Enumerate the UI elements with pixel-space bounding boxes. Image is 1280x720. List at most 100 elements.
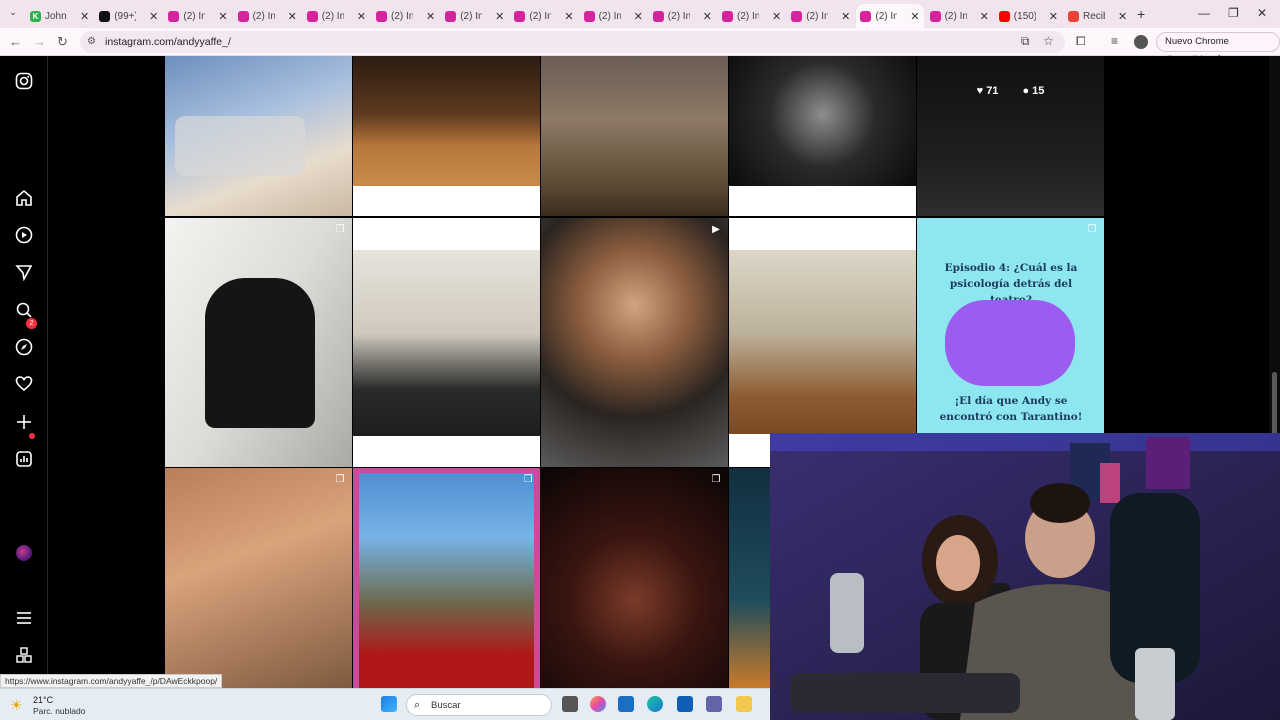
post-thumbnail[interactable]: ❐	[165, 218, 352, 467]
tab-close-icon[interactable]: ✕	[495, 10, 504, 23]
post-thumbnail[interactable]	[165, 56, 352, 216]
reels-icon[interactable]	[14, 226, 34, 246]
update-chrome-button[interactable]: Nuevo Chrome disponible ⋮	[1156, 32, 1280, 65]
browser-tab[interactable]: (2) Ins ✕	[580, 4, 647, 28]
tab-close-icon[interactable]: ✕	[288, 10, 297, 23]
tab-close-icon[interactable]: ✕	[80, 10, 89, 23]
browser-tab[interactable]: (2) Ins ✕	[164, 4, 231, 28]
task-view-icon[interactable]	[562, 696, 578, 712]
post-thumbnail[interactable]: ❐	[541, 468, 728, 688]
close-window-icon[interactable]: ✕	[1257, 6, 1267, 20]
extensions-icon[interactable]: ⧠	[1076, 34, 1086, 49]
weather-temperature[interactable]: 21°C	[33, 695, 53, 705]
tab-label: (2) Ins	[667, 10, 690, 22]
post-thumbnail[interactable]	[353, 56, 540, 216]
tab-close-icon[interactable]: ✕	[703, 10, 712, 23]
copilot-icon[interactable]	[590, 696, 606, 712]
back-icon[interactable]: ←	[9, 34, 22, 49]
tab-close-icon[interactable]: ✕	[149, 10, 158, 23]
browser-tab[interactable]: (2) Ins ✕	[303, 4, 370, 28]
browser-tab[interactable]: (2) Ins ✕	[926, 4, 993, 28]
file-explorer-icon[interactable]	[736, 696, 752, 712]
mail-app-icon[interactable]	[618, 696, 634, 712]
tab-close-icon[interactable]: ✕	[1118, 10, 1127, 23]
browser-tab[interactable]: K Johnn ✕	[26, 4, 93, 28]
url-text[interactable]: instagram.com/andyyaffe_/	[105, 36, 231, 48]
more-menu-icon[interactable]	[14, 609, 34, 629]
tab-close-icon[interactable]: ✕	[841, 10, 850, 23]
windows-taskbar: ☀ 21°C Parc. nublado ⌕ Buscar	[0, 688, 770, 720]
tab-label: (2) Ins	[252, 10, 275, 22]
media-controls-icon[interactable]: ≡	[1111, 34, 1118, 48]
site-info-icon[interactable]: ⚙	[87, 36, 96, 47]
tab-label: (2) Ins	[806, 10, 829, 22]
restore-icon[interactable]: ❐	[1228, 6, 1239, 20]
browser-tab[interactable]: (2) Ins ✕	[718, 4, 785, 28]
browser-tab[interactable]: (2) Ins ✕	[441, 4, 508, 28]
reload-icon[interactable]: ↻	[57, 34, 68, 50]
tab-close-icon[interactable]: ✕	[218, 10, 227, 23]
address-bar[interactable]: ⚙ instagram.com/andyyaffe_/	[80, 31, 1065, 53]
weather-description[interactable]: Parc. nublado	[33, 706, 85, 716]
tab-close-icon[interactable]: ✕	[772, 10, 781, 23]
create-plus-icon[interactable]	[14, 413, 34, 433]
teams-icon[interactable]	[706, 696, 722, 712]
post-thumbnail-hovered[interactable]: ♥ 71 ● 15	[917, 56, 1104, 216]
taskbar-search[interactable]: ⌕ Buscar	[406, 694, 552, 716]
messages-icon[interactable]	[14, 263, 34, 283]
browser-tab[interactable]: (99+) ✕	[95, 4, 162, 28]
browser-tab[interactable]: (2) Ins ✕	[856, 4, 924, 28]
tab-close-icon[interactable]: ✕	[910, 10, 919, 23]
tab-close-icon[interactable]: ✕	[980, 10, 989, 23]
browser-tab[interactable]: (2) Ins ✕	[649, 4, 716, 28]
weather-icon[interactable]: ☀	[10, 697, 23, 714]
tab-label: (2) Ins	[944, 10, 967, 22]
browser-toolbar: ← → ↻ ⚙ instagram.com/andyyaffe_/ ⧉ ☆ ⧠ …	[0, 28, 1280, 65]
post-thumbnail[interactable]	[729, 218, 916, 467]
explore-icon[interactable]	[14, 338, 34, 358]
comments-stat: ● 15	[1022, 85, 1045, 97]
install-app-icon[interactable]: ⧉	[1021, 34, 1030, 49]
instagram-icon	[583, 10, 595, 22]
tab-close-icon[interactable]: ✕	[426, 10, 435, 23]
browser-tab[interactable]: (2) Ins ✕	[372, 4, 439, 28]
new-tab-button[interactable]: +	[1137, 6, 1145, 22]
tab-label: (150)	[1013, 10, 1036, 22]
home-icon[interactable]	[14, 189, 34, 209]
bookmark-star-icon[interactable]: ☆	[1043, 34, 1054, 48]
post-thumbnail[interactable]	[729, 56, 916, 216]
post-thumbnail[interactable]	[541, 56, 728, 216]
store-icon[interactable]	[677, 696, 693, 712]
tab-close-icon[interactable]: ✕	[634, 10, 643, 23]
tab-close-icon[interactable]: ✕	[564, 10, 573, 23]
start-button-icon[interactable]	[381, 696, 397, 712]
tab-close-icon[interactable]: ✕	[1049, 10, 1058, 23]
profile-avatar[interactable]	[1134, 35, 1148, 49]
post-thumbnail[interactable]: ▶	[541, 218, 728, 467]
also-from-meta-icon[interactable]	[14, 646, 34, 666]
browser-tab[interactable]: Recib ✕	[1064, 4, 1131, 28]
dashboard-icon[interactable]	[14, 450, 34, 470]
episode-post[interactable]: Episodio 4: ¿Cuál es la psicología detrá…	[917, 218, 1104, 433]
browser-tab[interactable]: (2) Ins ✕	[234, 4, 301, 28]
forward-icon[interactable]: →	[33, 34, 46, 49]
tab-search-chevron-icon[interactable]: ⌄	[6, 7, 20, 21]
instagram-icon	[722, 10, 733, 22]
minimize-icon[interactable]: —	[1198, 6, 1210, 20]
browser-tab[interactable]: (150) ✕	[995, 4, 1062, 28]
search-icon[interactable]	[14, 301, 34, 321]
post-thumbnail[interactable]: ❐	[353, 468, 540, 688]
browser-tab[interactable]: (2) Ins ✕	[510, 4, 577, 28]
instagram-logo-icon[interactable]	[14, 72, 34, 92]
post-thumbnail[interactable]: ❐	[165, 468, 352, 688]
post-thumbnail[interactable]	[729, 468, 770, 688]
tab-close-icon[interactable]: ✕	[357, 10, 366, 23]
profile-avatar[interactable]	[16, 545, 32, 561]
browser-tab[interactable]: (2) Ins ✕	[787, 4, 854, 28]
edge-icon[interactable]	[647, 696, 663, 712]
carousel-icon: ❐	[335, 224, 345, 235]
tab-label: (2) Ins	[391, 10, 413, 22]
notifications-heart-icon[interactable]	[14, 375, 34, 395]
post-thumbnail[interactable]	[353, 218, 540, 467]
tab-label: Recib	[1083, 10, 1105, 22]
